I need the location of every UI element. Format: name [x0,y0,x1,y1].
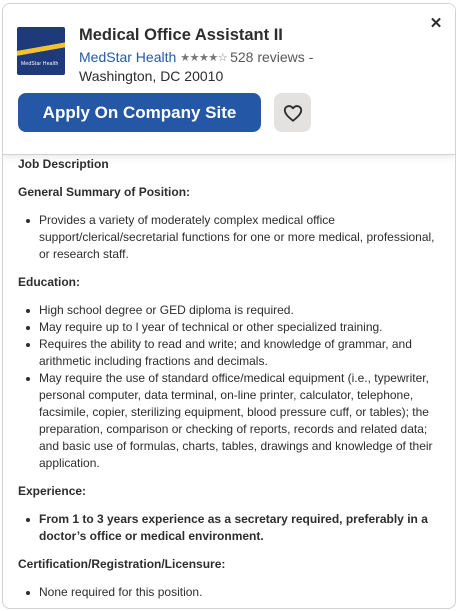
job-title: Medical Office Assistant II [79,26,283,44]
education-list: High school degree or GED diploma is req… [18,302,439,472]
job-description: Job Description General Summary of Posit… [3,156,455,608]
list-item: High school degree or GED diploma is req… [18,302,439,319]
summary-list: Provides a variety of moderately complex… [18,212,439,263]
rating-stars: ★★★★☆ [180,52,228,64]
apply-button[interactable]: Apply On Company Site [18,93,261,132]
close-icon[interactable]: ✕ [428,16,444,32]
company-logo: MedStar Health [17,27,65,75]
company-name-link[interactable]: MedStar Health [79,49,176,65]
logo-swoosh [17,41,65,57]
company-line: MedStar Health ★★★★☆ 528 reviews - [79,49,313,65]
education-heading: Education: [18,275,80,289]
summary-heading: General Summary of Position: [18,185,191,199]
certification-heading: Certification/Registration/Licensure: [18,557,226,571]
certification-list: None required for this position. [18,584,439,601]
reviews-count[interactable]: 528 reviews [230,49,305,65]
list-item: May require the use of standard office/m… [18,370,439,472]
list-item: Requires the ability to read and write; … [18,336,439,370]
logo-text: MedStar Health [21,61,59,67]
list-item: From 1 to 3 years experience as a secret… [18,511,439,545]
description-heading: Job Description [18,157,109,171]
experience-heading: Experience: [18,484,87,498]
experience-list: From 1 to 3 years experience as a secret… [18,511,439,545]
job-detail-panel: MedStar Health Medical Office Assistant … [2,3,456,609]
job-location: Washington, DC 20010 [79,68,224,84]
save-job-button[interactable] [274,93,311,132]
list-item: Provides a variety of moderately complex… [18,212,439,263]
separator: - [308,49,314,65]
heart-icon [283,104,302,122]
list-item: May require up to l year of technical or… [18,319,439,336]
job-header: MedStar Health Medical Office Assistant … [3,4,455,155]
list-item: None required for this position. [18,584,439,601]
